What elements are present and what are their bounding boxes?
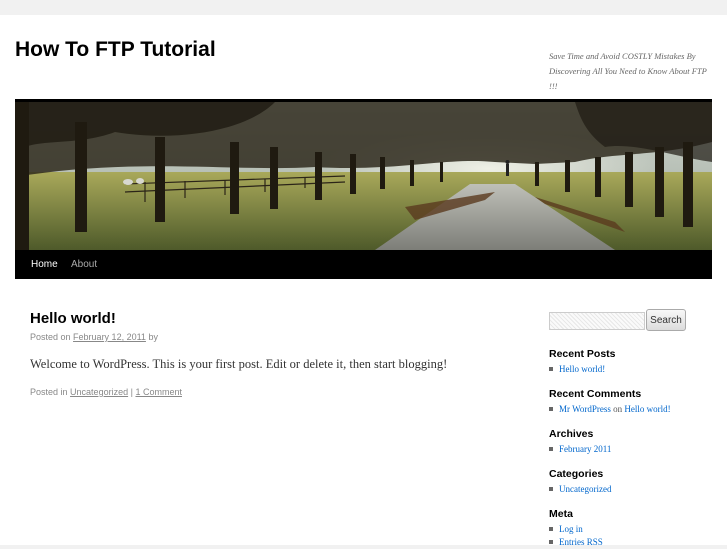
by-label: by xyxy=(148,332,158,342)
bullet-icon xyxy=(549,486,553,491)
page-wrapper: How To FTP Tutorial Save Time and Avoid … xyxy=(0,15,727,547)
post-meta: Posted on February 12, 2011 by xyxy=(30,332,158,342)
meta-item: Log in xyxy=(549,524,583,536)
archive-item: February 2011 xyxy=(549,444,611,456)
meta-separator: | xyxy=(130,387,133,397)
post-footer-meta: Posted in Uncategorized | 1 Comment xyxy=(30,387,182,397)
comment-author-link[interactable]: Mr WordPress xyxy=(559,404,611,414)
post-content: Welcome to WordPress. This is your first… xyxy=(30,357,448,371)
comments-link[interactable]: 1 Comment xyxy=(135,387,182,397)
posted-on-label: Posted on xyxy=(30,332,71,342)
search-button[interactable]: Search xyxy=(646,309,686,331)
category-item: Uncategorized xyxy=(549,484,611,496)
bullet-icon xyxy=(549,446,553,451)
recent-post-item: Hello world! xyxy=(549,364,605,376)
category-link[interactable]: Uncategorized xyxy=(70,387,128,397)
archives-title: Archives xyxy=(549,428,594,440)
login-link[interactable]: Log in xyxy=(559,524,583,534)
bullet-icon xyxy=(549,526,553,531)
categories-title: Categories xyxy=(549,468,604,480)
bullet-icon xyxy=(549,366,553,371)
sidebar-category-link[interactable]: Uncategorized xyxy=(559,484,611,494)
nav-item-home[interactable]: Home xyxy=(31,250,58,279)
nav-item-about[interactable]: About xyxy=(71,250,97,279)
posted-in-label: Posted in xyxy=(30,387,68,397)
header-image xyxy=(15,102,712,250)
post-date-link[interactable]: February 12, 2011 xyxy=(73,332,146,342)
recent-comments-title: Recent Comments xyxy=(549,388,642,400)
main-nav: Home About xyxy=(15,250,712,279)
bullet-icon xyxy=(549,406,553,411)
archive-link[interactable]: February 2011 xyxy=(559,444,611,454)
search-input[interactable] xyxy=(549,312,645,330)
site-description: Save Time and Avoid COSTLY Mistakes By D… xyxy=(549,51,707,91)
post-title[interactable]: Hello world! xyxy=(30,310,116,327)
recent-post-link[interactable]: Hello world! xyxy=(559,364,605,374)
entries-rss-link[interactable]: Entries RSS xyxy=(559,537,603,547)
comment-on-label: on xyxy=(613,404,623,414)
site-title[interactable]: How To FTP Tutorial xyxy=(15,38,216,62)
recent-comment-item: Mr WordPress on Hello world! xyxy=(549,404,671,416)
bullet-icon xyxy=(549,539,553,544)
comment-post-link[interactable]: Hello world! xyxy=(624,404,670,414)
recent-posts-title: Recent Posts xyxy=(549,348,616,360)
meta-title: Meta xyxy=(549,508,573,520)
meta-item: Entries RSS xyxy=(549,537,603,549)
